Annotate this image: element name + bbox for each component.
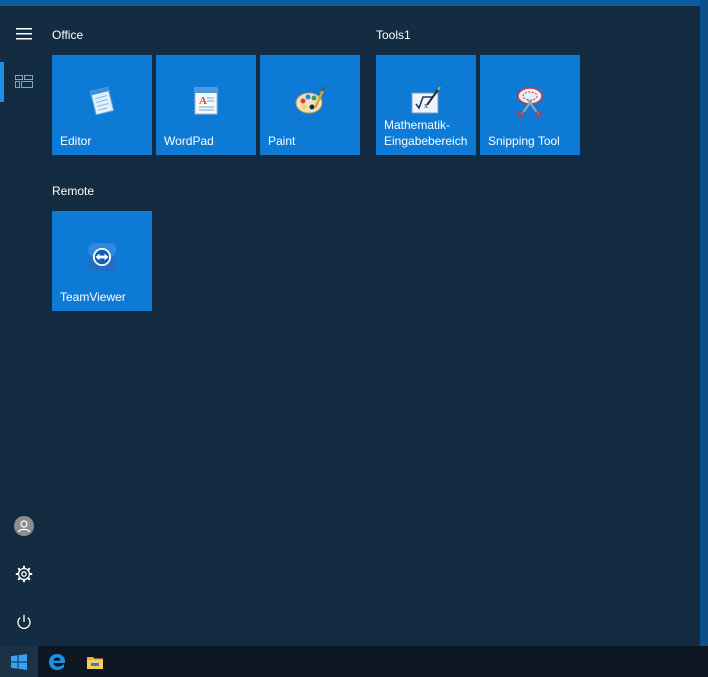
- windows-logo-icon: [11, 653, 27, 670]
- settings-button[interactable]: [0, 550, 48, 598]
- snipping-tool-icon: [512, 83, 548, 119]
- math-input-panel-icon: x: [408, 83, 444, 119]
- power-icon: [17, 614, 31, 629]
- svg-text:A: A: [199, 95, 207, 107]
- group-title-tools1[interactable]: Tools1: [376, 28, 411, 42]
- taskbar: [0, 646, 708, 677]
- tile-label: Paint: [268, 134, 296, 148]
- group-title-remote[interactable]: Remote: [52, 184, 94, 198]
- edge-taskbar-button[interactable]: [38, 646, 76, 677]
- tile-teamviewer[interactable]: TeamViewer: [52, 211, 152, 311]
- start-menu: Office Editor A WordPad Paint Tools1 x M…: [0, 6, 700, 646]
- tile-snipping-tool[interactable]: Snipping Tool: [480, 55, 580, 155]
- teamviewer-icon: [84, 239, 120, 275]
- edge-icon: [49, 653, 65, 670]
- start-menu-rail: [0, 6, 48, 646]
- file-explorer-icon: [87, 656, 103, 669]
- notepad-icon: [84, 83, 120, 119]
- svg-text:x: x: [424, 101, 428, 110]
- user-avatar-icon: [14, 516, 34, 536]
- tile-paint[interactable]: Paint: [260, 55, 360, 155]
- tile-label: WordPad: [164, 134, 214, 148]
- hamburger-icon: [16, 28, 32, 40]
- file-explorer-taskbar-button[interactable]: [76, 646, 114, 677]
- tiles-icon: [15, 75, 33, 88]
- start-button[interactable]: [0, 646, 38, 677]
- paint-palette-icon: [292, 83, 328, 119]
- tile-label: Mathematik- Eingabebereich: [384, 118, 468, 148]
- pinned-tiles-button[interactable]: [0, 58, 48, 106]
- wordpad-icon: A: [188, 83, 224, 119]
- tile-math-input-panel[interactable]: x Mathematik- Eingabebereich: [376, 55, 476, 155]
- group-title-office[interactable]: Office: [52, 28, 83, 42]
- tile-editor[interactable]: Editor: [52, 55, 152, 155]
- expand-menu-button[interactable]: [0, 10, 48, 58]
- tile-label: Snipping Tool: [488, 134, 560, 148]
- desktop-background-right: [700, 0, 708, 646]
- tile-label: TeamViewer: [60, 290, 126, 304]
- tile-label: Editor: [60, 134, 92, 148]
- power-button[interactable]: [0, 598, 48, 646]
- user-account-button[interactable]: [0, 502, 48, 550]
- gear-icon: [15, 565, 33, 583]
- tile-wordpad[interactable]: A WordPad: [156, 55, 256, 155]
